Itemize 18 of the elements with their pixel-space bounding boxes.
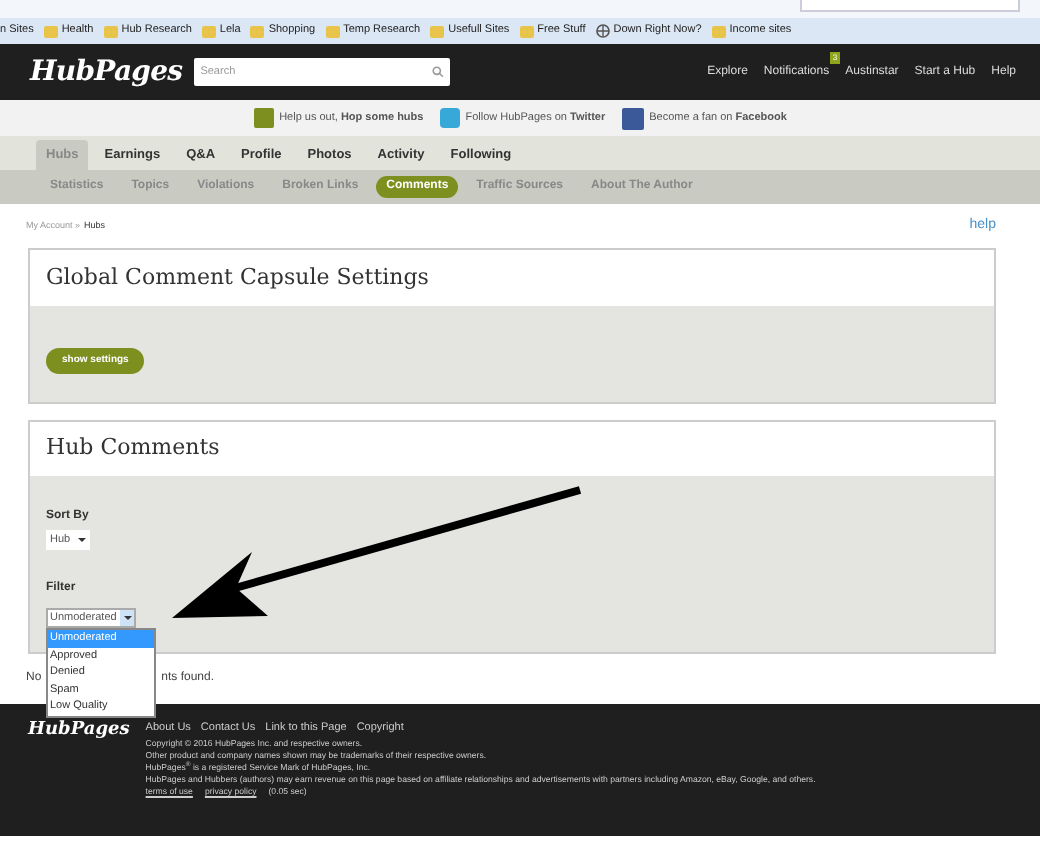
folder-icon: [325, 25, 340, 37]
folder-icon: [103, 25, 118, 37]
dropdown-button[interactable]: [120, 610, 135, 626]
caret-icon: [78, 538, 87, 542]
folder-icon: [250, 25, 265, 37]
site-logo[interactable]: HubPages: [30, 51, 183, 93]
search-icon: [432, 66, 445, 78]
folder-icon: [430, 25, 445, 37]
folder-icon: [519, 25, 534, 37]
footer-logo[interactable]: HubPages: [28, 722, 130, 836]
panel-title: Hub Comments: [46, 432, 220, 465]
globe-icon: [595, 24, 610, 38]
caret-icon: [123, 616, 132, 620]
folder-icon: [43, 25, 58, 37]
folder-icon: [711, 25, 726, 37]
folder-icon: [201, 25, 216, 37]
browser-search-field[interactable]: [800, 0, 1020, 12]
panel-title: Global Comment Capsule Settings: [46, 261, 429, 294]
